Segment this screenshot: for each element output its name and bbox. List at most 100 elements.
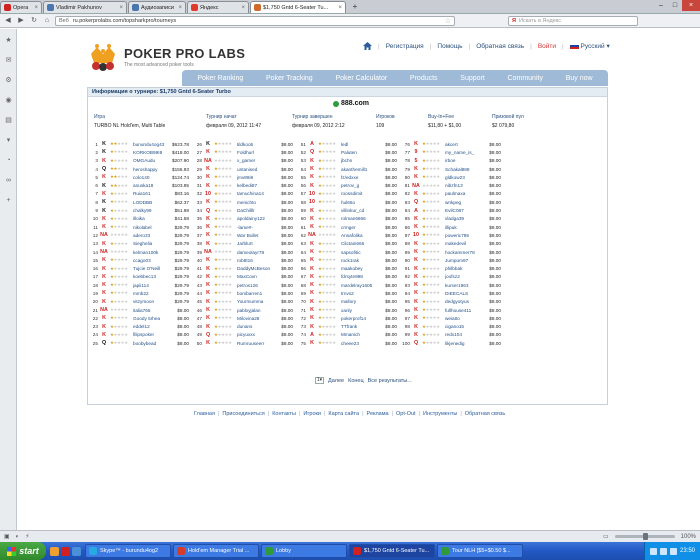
view-icon[interactable]: ▭: [603, 533, 609, 540]
player-link[interactable]: boobybead: [133, 341, 167, 346]
player-link[interactable]: vladga39: [445, 216, 479, 221]
player-link[interactable]: fdrsyte998: [341, 274, 375, 279]
browser-tab[interactable]: $1,750 Gntd 6-Seater Tu... ×: [250, 1, 346, 13]
unite-icon[interactable]: ◐: [16, 534, 20, 540]
player-link[interactable]: filipspoker: [133, 332, 167, 337]
player-link[interactable]: weiatto: [445, 316, 479, 321]
history-icon[interactable]: ◔: [3, 155, 14, 166]
forward-icon[interactable]: ▶: [16, 16, 26, 26]
player-link[interactable]: tildkoo5: [237, 142, 271, 147]
player-link[interactable]: jbchn: [341, 158, 375, 163]
player-link[interactable]: mallory: [341, 299, 375, 304]
player-link[interactable]: Goody 5rhea: [133, 316, 167, 321]
menu-item[interactable]: Support: [460, 75, 485, 82]
player-link[interactable]: mardelray1605: [341, 283, 375, 288]
browser-tab[interactable]: Opera ×: [0, 1, 42, 13]
player-link[interactable]: Foldhurl: [237, 150, 271, 155]
add-panel-icon[interactable]: +: [3, 195, 14, 206]
close-icon[interactable]: ×: [682, 0, 700, 11]
player-link[interactable]: DaddyMcBeson: [237, 266, 271, 271]
taskbar-button[interactable]: Hold'em Manager Trial ...: [173, 544, 259, 558]
player-link[interactable]: paulmaxa: [445, 191, 479, 196]
bookmark-star-icon[interactable]: ☆: [445, 17, 451, 25]
taskbar-button[interactable]: Skype™ - burundu4og2: [85, 544, 171, 558]
search-field[interactable]: Я Искать в Яндекс: [508, 15, 638, 26]
panel-toggle-icon[interactable]: ▣: [4, 533, 10, 540]
player-link[interactable]: akcert: [445, 142, 479, 147]
player-link[interactable]: TTfrank: [341, 324, 375, 329]
next-page-link[interactable]: Далее: [328, 378, 344, 384]
zoom-slider[interactable]: [614, 533, 675, 540]
player-link[interactable]: sapsofitic: [341, 250, 375, 255]
player-link[interactable]: Yourmumma: [237, 299, 271, 304]
player-link[interactable]: OMGAudu: [133, 158, 167, 163]
site-home-icon[interactable]: [363, 42, 372, 50]
player-link[interactable]: x_gamer: [237, 158, 271, 163]
player-link[interactable]: wnkpeg: [445, 200, 479, 205]
player-link[interactable]: fz/edxxe: [341, 175, 375, 180]
browser-tab[interactable]: Яндекс ×: [187, 1, 249, 13]
register-link[interactable]: Регистрация: [386, 43, 424, 50]
back-icon[interactable]: ◀: [3, 16, 13, 26]
player-link[interactable]: kelbedi87: [237, 183, 271, 188]
player-link[interactable]: Schakal888: [445, 167, 479, 172]
player-link[interactable]: Paluten: [341, 150, 375, 155]
footer-link[interactable]: Присоединиться: [222, 411, 264, 417]
player-link[interactable]: crmger: [341, 225, 375, 230]
player-link[interactable]: likjenedig: [445, 341, 479, 346]
player-link[interactable]: EvilC087: [445, 208, 479, 213]
player-link[interactable]: bunundu4og43: [133, 142, 167, 147]
player-link[interactable]: dunans: [237, 324, 271, 329]
footer-link[interactable]: Контакты: [272, 411, 296, 417]
player-link[interactable]: Jumpum97: [445, 258, 479, 263]
player-link[interactable]: ccago03: [133, 258, 167, 263]
player-link[interactable]: illipuk: [445, 225, 479, 230]
player-link[interactable]: MaxCoxn: [237, 274, 271, 279]
home-icon[interactable]: ⌂: [42, 16, 52, 26]
tab-close-icon[interactable]: ×: [119, 5, 123, 11]
bookmarks-icon[interactable]: ★: [3, 35, 14, 46]
player-link[interactable]: villinkur_cd: [341, 208, 375, 213]
player-link[interactable]: irboe: [445, 158, 479, 163]
taskbar-button[interactable]: $1,750 Gntd 6-Seater Tu...: [349, 544, 435, 558]
player-link[interactable]: heroshappy: [133, 167, 167, 172]
player-link[interactable]: bombarren1: [237, 291, 271, 296]
player-link[interactable]: japii114: [133, 283, 167, 288]
player-link[interactable]: tamuchina14: [237, 191, 271, 196]
player-link[interactable]: eddel12: [133, 324, 167, 329]
player-link[interactable]: untanised: [237, 167, 271, 172]
player-link[interactable]: nikolabel: [133, 225, 167, 230]
menu-item[interactable]: Products: [410, 75, 438, 82]
quicklaunch-opera-icon[interactable]: [61, 546, 70, 556]
downloads-icon[interactable]: ▾: [3, 135, 14, 146]
feeds-icon[interactable]: ◉: [3, 95, 14, 106]
player-link[interactable]: KORKOB99I8: [133, 150, 167, 155]
minimize-icon[interactable]: –: [654, 0, 668, 11]
player-link[interactable]: colo140: [133, 175, 167, 180]
tray-volume-icon[interactable]: [659, 547, 667, 555]
reload-icon[interactable]: ↻: [29, 16, 39, 26]
footer-link[interactable]: Игроки: [303, 411, 321, 417]
player-link[interactable]: poweric795: [445, 233, 479, 238]
language-selector[interactable]: Русский ▾: [569, 42, 610, 50]
player-link[interactable]: apoldainy122: [237, 216, 271, 221]
tab-close-icon[interactable]: ×: [338, 5, 342, 11]
player-link[interactable]: War Bullet: [237, 233, 271, 238]
player-link[interactable]: hockammer78: [445, 250, 479, 255]
player-link[interactable]: rob8t16: [237, 258, 271, 263]
quicklaunch-desktop-icon[interactable]: [72, 546, 81, 556]
maximize-icon[interactable]: □: [668, 0, 682, 11]
player-link[interactable]: kurser1963: [445, 283, 479, 288]
links-icon[interactable]: ∞: [3, 175, 14, 186]
tray-skype-icon[interactable]: [669, 547, 677, 555]
player-link[interactable]: makedevil: [445, 241, 479, 246]
player-link[interactable]: mmb22: [133, 291, 167, 296]
menu-item[interactable]: Buy now: [566, 75, 593, 82]
player-link[interactable]: hul66o: [341, 200, 375, 205]
player-link[interactable]: dameolayr78: [237, 250, 271, 255]
player-link[interactable]: ledl: [341, 142, 375, 147]
new-tab-button[interactable]: +: [349, 2, 361, 12]
tab-close-icon[interactable]: ×: [34, 5, 38, 11]
mail-icon[interactable]: ✉: [3, 55, 14, 66]
site-logo[interactable]: POKER PRO LABS The most advanced poker t…: [88, 40, 278, 74]
